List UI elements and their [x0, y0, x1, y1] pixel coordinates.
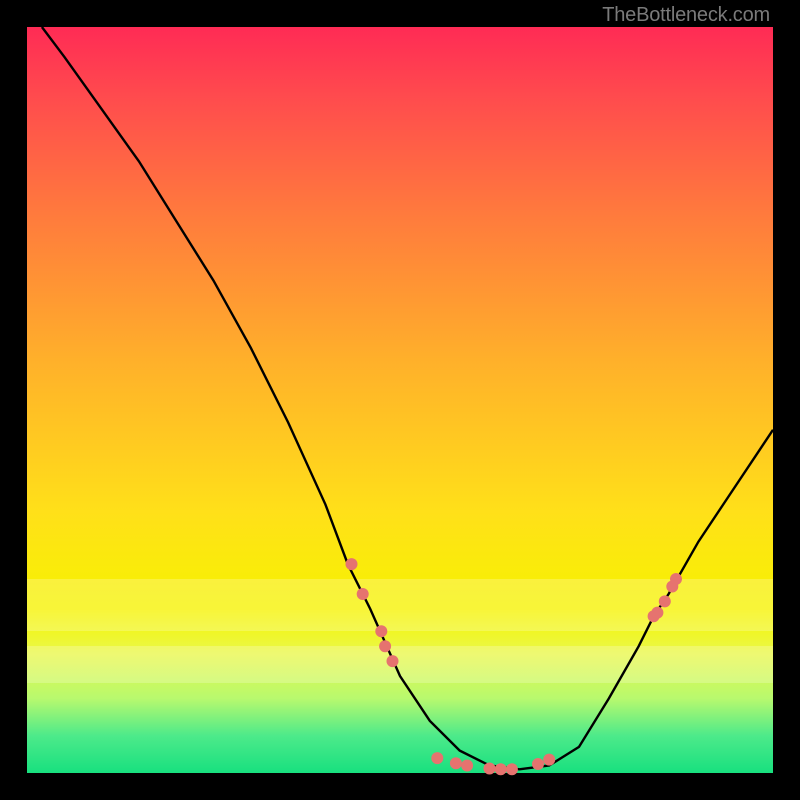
chart-svg: [27, 27, 773, 773]
attribution-text: TheBottleneck.com: [602, 4, 770, 27]
curve-marker: [659, 595, 671, 607]
curve-marker: [379, 640, 391, 652]
bottleneck-curve: [42, 27, 773, 769]
curve-marker: [532, 758, 544, 770]
curve-marker: [495, 763, 507, 775]
curve-marker: [387, 655, 399, 667]
curve-marker: [357, 588, 369, 600]
curve-marker: [670, 573, 682, 585]
curve-marker: [431, 752, 443, 764]
curve-marker: [543, 754, 555, 766]
curve-marker: [484, 763, 496, 775]
curve-marker: [506, 763, 518, 775]
curve-marker: [375, 625, 387, 637]
curve-marker: [651, 607, 663, 619]
curve-marker: [450, 757, 462, 769]
curve-marker: [461, 760, 473, 772]
chart-frame: TheBottleneck.com: [0, 0, 800, 800]
curve-marker: [346, 558, 358, 570]
